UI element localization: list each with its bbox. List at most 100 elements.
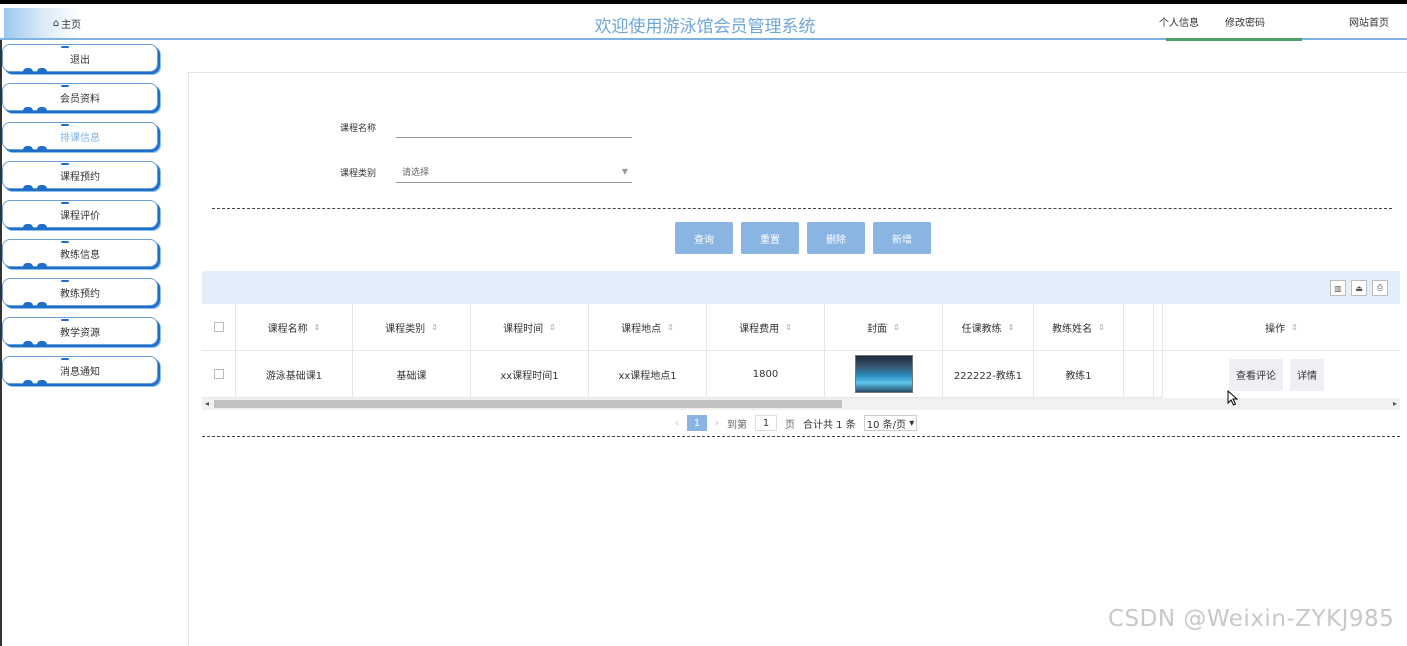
site-title: 欢迎使用游泳馆会员管理系统 — [594, 17, 816, 37]
horizontal-scrollbar[interactable]: ◂ ▸ — [202, 398, 1400, 410]
view-comments-button[interactable]: 查看评论 — [1229, 358, 1283, 391]
course-name-input[interactable] — [396, 116, 632, 138]
table-cell: 基础课 — [353, 351, 471, 397]
column-header[interactable]: 课程名称 ⇕ — [236, 304, 353, 350]
scroll-left-icon[interactable]: ◂ — [205, 399, 209, 408]
table-bottom-divider — [202, 436, 1400, 437]
course-type-label: 课程类别 — [340, 168, 377, 179]
watermark: CSDN @Weixin-ZYKJ985 — [1108, 606, 1395, 632]
columns-icon[interactable]: ▥ — [1330, 280, 1346, 296]
next-page-icon[interactable]: › — [715, 418, 719, 429]
delete-button[interactable]: 删除 — [807, 222, 865, 254]
course-type-row: 课程类别 请选择 ▼ — [340, 161, 632, 183]
sort-icon: ⇕ — [1007, 322, 1015, 332]
column-header-label: 课程名称 — [267, 323, 308, 335]
column-header[interactable]: 课程地点 ⇕ — [589, 304, 707, 350]
sidebar-item-schedule[interactable]: 排课信息 — [2, 122, 158, 150]
column-header-label: 课程费用 — [739, 323, 780, 335]
sidebar-item-coach-booking[interactable]: 教练预约 — [2, 278, 158, 306]
cover-cell — [825, 351, 943, 397]
page-number-current[interactable]: 1 — [687, 415, 707, 431]
content-left-border — [188, 72, 189, 646]
sidebar-item-coach-info[interactable]: 教练信息 — [2, 239, 158, 267]
export-icon[interactable]: ⏏ — [1351, 280, 1367, 296]
sidebar-item-label: 消息通知 — [60, 366, 100, 378]
sidebar-item-label: 课程评价 — [60, 210, 100, 222]
column-header[interactable]: 任课教练 ⇕ — [943, 304, 1034, 350]
top-nav: 个人信息 修改密码 网站首页 — [1159, 14, 1389, 29]
column-header-label: 教练姓名 — [1052, 323, 1093, 335]
page-header: ⌂ 主页 欢迎使用游泳馆会员管理系统 个人信息 修改密码 网站首页 — [0, 4, 1407, 41]
sidebar-item-course-review[interactable]: 课程评价 — [2, 200, 158, 228]
sidebar: 退出 会员资料 排课信息 课程预约 课程评价 教练信息 教练预约 教学资源 消息… — [2, 44, 162, 395]
course-table: 课程名称 ⇕ 课程类别 ⇕ 课程时间 ⇕ 课程地点 ⇕ 课程费用 ⇕ 封面 ⇕ 任课教练 ⇕ … — [202, 304, 1400, 398]
column-header-label: 任课教练 — [961, 323, 1002, 335]
action-buttons: 查询 重置 删除 新增 — [675, 222, 931, 254]
content-top-border — [188, 72, 1407, 73]
search-divider — [212, 208, 1392, 209]
table-cell: 1800 — [707, 351, 825, 397]
table-toolbar: ▥ ⏏ ⎙ — [202, 271, 1400, 304]
top-link-site-home[interactable]: 网站首页 — [1349, 14, 1389, 29]
goto-page-input[interactable]: 1 — [755, 415, 777, 431]
scrollbar-thumb[interactable] — [214, 400, 842, 408]
top-link-profile[interactable]: 个人信息 — [1159, 14, 1199, 29]
table-cell: xx课程时间1 — [471, 351, 589, 397]
row-checkbox[interactable] — [213, 369, 224, 379]
column-header-label: 课程时间 — [503, 323, 544, 335]
sort-icon: ⇕ — [1098, 322, 1105, 332]
reset-button[interactable]: 重置 — [741, 222, 799, 254]
home-tab-label: 主页 — [61, 19, 82, 31]
add-button[interactable]: 新增 — [873, 222, 931, 254]
select-all-cell — [202, 304, 236, 350]
column-header[interactable]: 封面 ⇕ — [825, 304, 943, 350]
table-tools: ▥ ⏏ ⎙ — [1330, 280, 1388, 296]
sidebar-item-teaching-resources[interactable]: 教学资源 — [2, 317, 158, 345]
top-nav-spacer — [1291, 14, 1323, 29]
operations-column: 操作 ⇕ 查看评论 详情 — [1162, 304, 1400, 398]
sidebar-item-label: 教练预约 — [60, 288, 100, 300]
select-all-checkbox[interactable] — [213, 322, 224, 332]
column-header[interactable]: 操作 ⇕ — [1163, 304, 1400, 351]
page-size-select[interactable]: 10 条/页 ▾ — [863, 415, 918, 431]
home-tab[interactable]: ⌂ 主页 — [4, 8, 130, 38]
scroll-right-icon[interactable]: ▸ — [1393, 399, 1397, 408]
row-select-cell — [202, 351, 236, 397]
table-cell: 游泳基础课1 — [236, 351, 353, 397]
sort-icon: ⇕ — [785, 322, 792, 332]
course-type-select[interactable]: 请选择 ▼ — [396, 161, 632, 183]
sidebar-item-course-booking[interactable]: 课程预约 — [2, 161, 158, 189]
sort-icon: ⇕ — [431, 322, 438, 332]
table-cell: 教练1 — [1034, 351, 1124, 397]
column-header[interactable]: 课程时间 ⇕ — [471, 304, 589, 350]
prev-page-icon[interactable]: ‹ — [675, 418, 679, 429]
sidebar-item-label: 教学资源 — [60, 327, 100, 339]
column-header-label: 课程地点 — [621, 323, 662, 335]
sidebar-item-logout[interactable]: 退出 — [2, 44, 158, 72]
pagination: ‹ 1 › 到第 1 页 合计共 1 条 10 条/页 ▾ — [675, 415, 918, 431]
sort-icon: ⇕ — [667, 322, 674, 332]
sort-icon: ⇕ — [1291, 322, 1298, 332]
course-type-value: 请选择 — [402, 168, 430, 178]
header-accent-bar — [1166, 38, 1302, 41]
details-button[interactable]: 详情 — [1290, 358, 1324, 391]
sidebar-item-label: 教练信息 — [60, 249, 100, 261]
goto-label: 到第 — [727, 419, 747, 431]
sidebar-item-label: 会员资料 — [60, 93, 100, 105]
print-icon[interactable]: ⎙ — [1372, 280, 1388, 296]
sort-icon: ⇕ — [549, 322, 556, 332]
column-header-blank — [1124, 304, 1154, 350]
column-header[interactable]: 课程费用 ⇕ — [707, 304, 825, 350]
sidebar-item-member-profile[interactable]: 会员资料 — [2, 83, 158, 111]
column-header-label: 操作 — [1265, 323, 1286, 335]
column-header[interactable]: 教练姓名 ⇕ — [1034, 304, 1124, 350]
column-header[interactable]: 课程类别 ⇕ — [353, 304, 471, 350]
top-link-change-password[interactable]: 修改密码 — [1225, 14, 1265, 29]
sidebar-item-label: 课程预约 — [60, 171, 100, 183]
sidebar-item-notifications[interactable]: 消息通知 — [2, 356, 158, 384]
page-size-value: 10 条/页 — [866, 419, 907, 431]
cover-image[interactable] — [854, 355, 913, 393]
query-button[interactable]: 查询 — [675, 222, 733, 254]
course-name-label: 课程名称 — [340, 123, 377, 134]
total-count: 合计共 1 条 — [803, 419, 856, 431]
